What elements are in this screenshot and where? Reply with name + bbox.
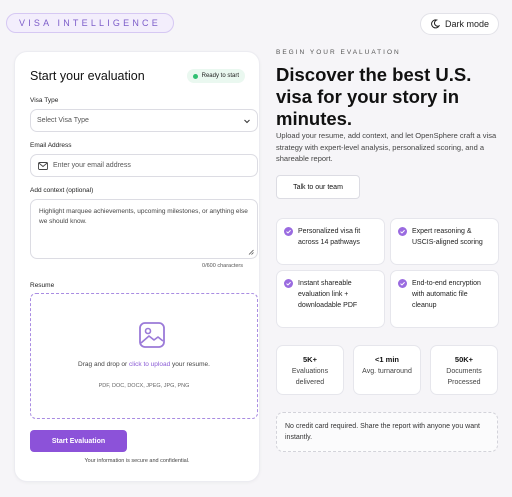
- feature-card: Expert reasoning & USCIS-aligned scoring: [390, 218, 499, 265]
- feature-card: Personalized visa fit across 14 pathways: [276, 218, 385, 265]
- feature-text: Expert reasoning & USCIS-aligned scoring: [412, 228, 483, 246]
- stat-label: Evaluations delivered: [291, 368, 329, 386]
- feature-card: End-to-end encryption with automatic fil…: [390, 270, 499, 328]
- check-circle-icon: [284, 227, 293, 236]
- lead-text: Upload your resume, add context, and let…: [276, 131, 497, 163]
- visa-type-value: Select Visa Type: [37, 117, 89, 124]
- image-icon: [139, 322, 165, 348]
- feature-card: Instant shareable evaluation link + down…: [276, 270, 385, 328]
- stat-label: Documents Processed: [446, 368, 482, 386]
- mail-icon: [38, 161, 48, 170]
- accepted-formats: PDF, DOC, DOCX, JPEG, JPG, PNG: [98, 383, 190, 389]
- stat-label: Avg. turnaround: [362, 368, 412, 375]
- visa-type-select[interactable]: Select Visa Type: [30, 109, 258, 132]
- dark-mode-button[interactable]: Dark mode: [419, 13, 499, 35]
- email-label: Email Address: [30, 142, 72, 149]
- visa-type-label: Visa Type: [30, 97, 59, 104]
- talk-to-team-button[interactable]: Talk to our team: [276, 175, 360, 199]
- form-title: Start your evaluation: [30, 69, 145, 83]
- context-placeholder: Highlight marquee achievements, upcoming…: [39, 208, 248, 225]
- info-note: No credit card required. Share the repor…: [276, 412, 498, 452]
- stat-value: <1 min: [375, 355, 399, 364]
- stat-card: <1 min Avg. turnaround: [353, 345, 421, 395]
- chevron-down-icon: [244, 119, 250, 123]
- drop-instructions: Drag and drop or click to upload your re…: [31, 361, 257, 368]
- status-badge: Ready to start: [186, 69, 245, 83]
- stat-card: 5K+ Evaluations delivered: [276, 345, 344, 395]
- page-title: Discover the best U.S. visa for your sto…: [276, 64, 472, 129]
- email-field[interactable]: Enter your email address: [30, 154, 258, 177]
- check-circle-icon: [398, 279, 407, 288]
- stat-value: 50K+: [454, 355, 474, 364]
- drop-suffix: your resume.: [170, 361, 210, 368]
- context-label: Add context (optional): [30, 187, 94, 194]
- status-text: Ready to start: [201, 73, 239, 79]
- start-evaluation-button[interactable]: Start Evaluation: [30, 430, 127, 452]
- check-circle-icon: [398, 227, 407, 236]
- email-placeholder: Enter your email address: [53, 162, 131, 169]
- context-textarea[interactable]: Highlight marquee achievements, upcoming…: [30, 199, 258, 259]
- status-dot: [192, 73, 198, 79]
- feature-text: Personalized visa fit across 14 pathways: [298, 228, 361, 246]
- secure-note: Your information is secure and confident…: [84, 458, 190, 464]
- stat-card: 50K+ Documents Processed: [430, 345, 498, 395]
- stat-value: 5K+: [303, 355, 317, 364]
- eyebrow: BEGIN YOUR EVALUATION: [276, 49, 401, 56]
- moon-icon: [431, 19, 440, 29]
- upload-link[interactable]: click to upload: [129, 361, 170, 368]
- resume-label: Resume: [30, 282, 55, 289]
- evaluation-form-card: Start your evaluation Ready to start Vis…: [14, 51, 260, 482]
- feature-text: Instant shareable evaluation link + down…: [298, 280, 358, 309]
- feature-text: End-to-end encryption with automatic fil…: [412, 280, 481, 309]
- check-circle-icon: [284, 279, 293, 288]
- dark-mode-label: Dark mode: [444, 19, 489, 29]
- resume-dropzone[interactable]: Drag and drop or click to upload your re…: [30, 293, 258, 419]
- drop-prefix: Drag and drop or: [78, 361, 129, 368]
- char-count: 0/600 characters: [202, 263, 243, 269]
- resize-handle-icon[interactable]: [248, 249, 254, 255]
- brand-logo: VISA INTELLIGENCE: [6, 13, 174, 33]
